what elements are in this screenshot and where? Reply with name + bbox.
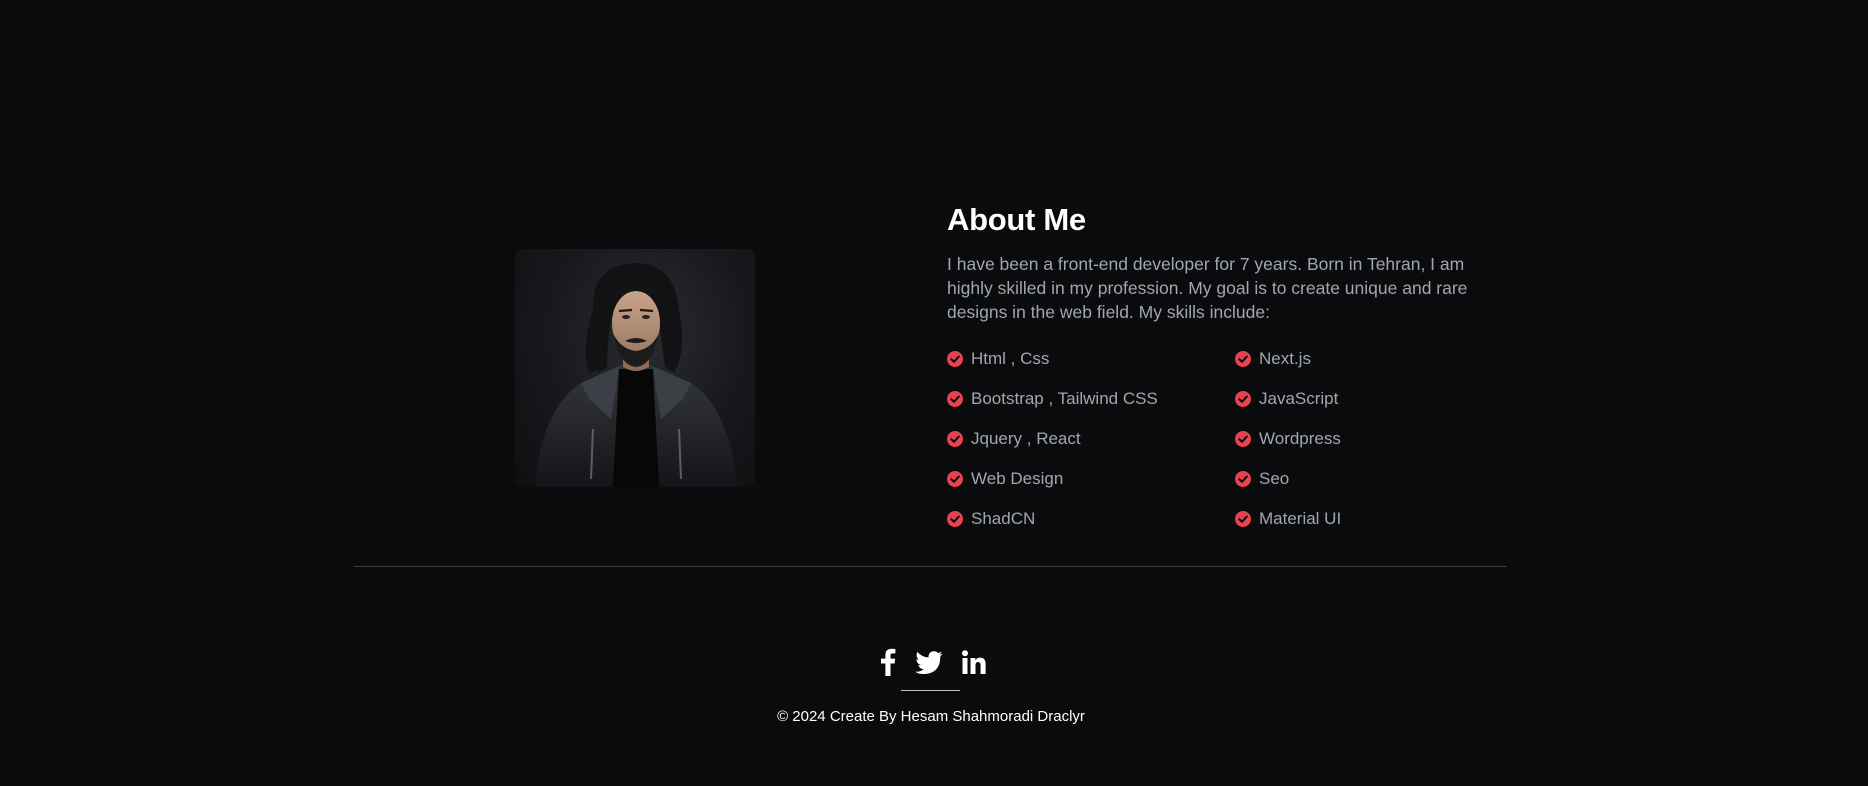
skill-item: Seo — [1235, 467, 1523, 491]
section-divider — [354, 566, 1507, 567]
skill-item: JavaScript — [1235, 387, 1523, 411]
profile-photo — [515, 249, 755, 487]
skill-label: Wordpress — [1259, 429, 1341, 448]
skills-list: Html , Css Next.js Bootstrap , Tailwind CS… — [947, 347, 1517, 531]
skill-label: Next.js — [1259, 349, 1311, 368]
skill-label: Material UI — [1259, 509, 1342, 528]
check-circle-icon — [1235, 511, 1251, 527]
check-circle-icon — [1235, 431, 1251, 447]
skill-item: ShadCN — [947, 507, 1235, 531]
profile-photo-illustration — [535, 263, 737, 487]
skill-item: Jquery , React — [947, 427, 1235, 451]
about-page: About Me I have been a front-end develop… — [0, 0, 1868, 786]
check-circle-icon — [1235, 351, 1251, 367]
about-section: About Me I have been a front-end develop… — [947, 200, 1517, 531]
skill-item: Bootstrap , Tailwind CSS — [947, 387, 1235, 411]
skill-label: Html , Css — [971, 349, 1050, 368]
linkedin-icon[interactable] — [962, 650, 986, 679]
check-circle-icon — [1235, 391, 1251, 407]
social-links — [880, 648, 986, 681]
about-title: About Me — [947, 202, 1086, 237]
skill-item: Wordpress — [1235, 427, 1523, 451]
skill-label: Jquery , React — [971, 429, 1081, 448]
social-underline — [901, 690, 960, 691]
facebook-icon[interactable] — [880, 648, 896, 681]
skill-label: JavaScript — [1259, 389, 1339, 408]
check-circle-icon — [947, 511, 963, 527]
check-circle-icon — [947, 471, 963, 487]
check-circle-icon — [947, 391, 963, 407]
skill-label: Seo — [1259, 469, 1290, 488]
check-circle-icon — [1235, 471, 1251, 487]
about-description: I have been a front-end developer for 7 … — [947, 254, 1468, 322]
skill-label: Web Design — [971, 469, 1064, 488]
skill-item: Material UI — [1235, 507, 1523, 531]
check-circle-icon — [947, 351, 963, 367]
skill-item: Web Design — [947, 467, 1235, 491]
skill-item: Html , Css — [947, 347, 1235, 371]
twitter-icon[interactable] — [915, 650, 943, 679]
check-circle-icon — [947, 431, 963, 447]
skill-item: Next.js — [1235, 347, 1523, 371]
copyright-text: © 2024 Create By Hesam Shahmoradi Dracly… — [777, 708, 1085, 725]
skill-label: Bootstrap , Tailwind CSS — [971, 389, 1158, 408]
skill-label: ShadCN — [971, 509, 1036, 528]
